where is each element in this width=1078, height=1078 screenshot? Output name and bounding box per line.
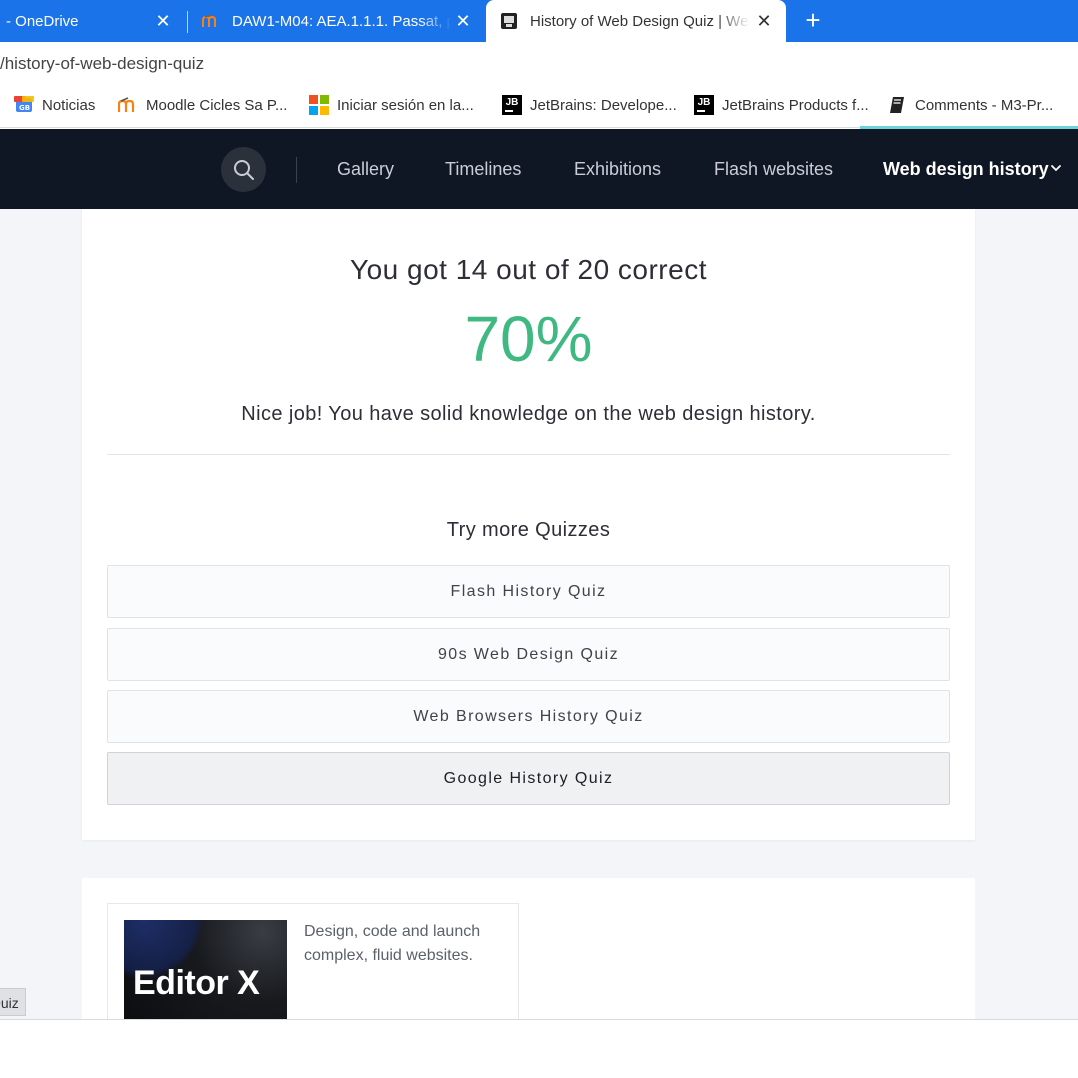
tab-onedrive[interactable]: - OneDrive ✕ <box>0 0 185 42</box>
microsoft-icon <box>309 95 329 115</box>
tab-title: History of Web Design Quiz | Web Design … <box>530 12 750 30</box>
divider <box>107 454 950 455</box>
tab-title: DAW1-M04: AEA.1.1.1. Passat, present <box>232 12 452 30</box>
google-news-icon: GB <box>14 95 34 115</box>
tab-moodle[interactable]: DAW1-M04: AEA.1.1.1. Passat, present ✕ <box>190 0 485 42</box>
book-icon <box>887 95 907 115</box>
bookmark-microsoft[interactable]: Iniciar sesión en la... <box>309 95 474 115</box>
bottom-blank-area <box>0 1019 1078 1078</box>
bookmark-moodle[interactable]: Moodle Cicles Sa P... <box>118 95 287 115</box>
ad-image[interactable]: Editor X <box>124 920 287 1019</box>
bookmark-noticias[interactable]: GB Noticias <box>14 95 95 115</box>
jetbrains-icon: JB <box>694 95 714 115</box>
url-text[interactable]: /history-of-web-design-quiz <box>0 54 204 74</box>
close-icon[interactable]: ✕ <box>453 11 473 31</box>
tab-title: - OneDrive <box>6 12 79 30</box>
jetbrains-icon: JB <box>502 95 522 115</box>
score-percent: 70% <box>464 303 593 375</box>
page-content: You got 14 out of 20 correct 70% Nice jo… <box>0 209 1078 1019</box>
score-message: Nice job! You have solid knowledge on th… <box>241 403 816 425</box>
bookmark-comments[interactable]: Comments - M3-Pr... <box>887 95 1053 115</box>
tab-separator <box>187 11 188 33</box>
quiz-link-google-history[interactable]: Google History Quiz <box>107 752 950 805</box>
moodle-icon <box>202 12 220 30</box>
ad-text[interactable]: Design, code and launch complex, fluid w… <box>304 920 504 968</box>
bookmark-jetbrains-products[interactable]: JB JetBrains Products f... <box>694 95 869 115</box>
bookmark-label: Moodle Cicles Sa P... <box>146 96 288 114</box>
close-icon[interactable]: ✕ <box>754 11 774 31</box>
nav-exhibitions[interactable]: Exhibitions <box>574 159 661 180</box>
status-url-tooltip: Quiz <box>0 988 26 1016</box>
tab-web-design-quiz[interactable]: History of Web Design Quiz | Web Design … <box>486 0 786 42</box>
quiz-link-90s-web-design[interactable]: 90s Web Design Quiz <box>107 628 950 681</box>
bookmark-label: Noticias <box>42 96 96 114</box>
bookmark-label: Comments - M3-Pr... <box>915 96 1054 114</box>
web-design-museum-icon <box>500 12 518 30</box>
more-quizzes-title: Try more Quizzes <box>446 519 611 541</box>
search-button[interactable] <box>221 147 266 192</box>
ad-card: Editor X Design, code and launch complex… <box>82 878 975 1019</box>
nav-flash-websites[interactable]: Flash websites <box>714 159 833 180</box>
browser-tabstrip: - OneDrive ✕ DAW1-M04: AEA.1.1.1. Passat… <box>0 0 1078 42</box>
new-tab-button[interactable]: + <box>800 7 826 34</box>
bookmark-label: Iniciar sesión en la... <box>337 96 474 114</box>
bookmark-jetbrains-developer[interactable]: JB JetBrains: Develope... <box>502 95 677 115</box>
quiz-link-flash-history[interactable]: Flash History Quiz <box>107 565 950 618</box>
nav-timelines[interactable]: Timelines <box>445 159 521 180</box>
nav-divider <box>296 157 297 183</box>
svg-text:GB: GB <box>19 104 30 112</box>
chevron-down-icon[interactable] <box>1049 161 1063 175</box>
quiz-result-card: You got 14 out of 20 correct 70% Nice jo… <box>82 209 975 840</box>
score-title: You got 14 out of 20 correct <box>350 254 707 285</box>
editor-x-ad[interactable]: Editor X Design, code and launch complex… <box>107 903 519 1019</box>
bookmark-label: JetBrains: Develope... <box>530 96 677 114</box>
nav-gallery[interactable]: Gallery <box>337 159 394 180</box>
quiz-link-web-browsers-history[interactable]: Web Browsers History Quiz <box>107 690 950 743</box>
moodle-icon <box>118 95 138 115</box>
editor-x-logo: Editor X <box>133 964 260 1002</box>
address-bar[interactable]: /history-of-web-design-quiz <box>0 42 1078 84</box>
nav-web-design-history[interactable]: Web design history <box>883 159 1049 180</box>
close-icon[interactable]: ✕ <box>153 11 173 31</box>
site-navigation: Gallery Timelines Exhibitions Flash webs… <box>0 129 1078 209</box>
search-icon <box>233 159 254 180</box>
bookmark-label: JetBrains Products f... <box>722 96 869 114</box>
bookmarks-bar: GB Noticias Moodle Cicles Sa P... Inicia… <box>0 84 1078 128</box>
